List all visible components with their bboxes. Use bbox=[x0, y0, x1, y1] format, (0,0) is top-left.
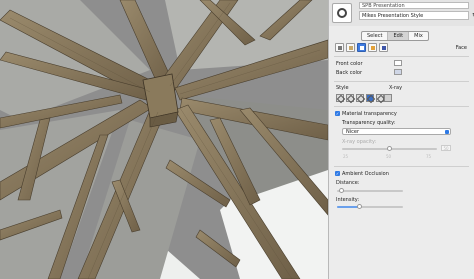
monochrome-style-button[interactable] bbox=[376, 94, 386, 104]
distance-knob[interactable] bbox=[339, 188, 344, 193]
tick-label: 25 bbox=[343, 154, 349, 159]
chevron-down-icon bbox=[445, 130, 449, 134]
model-viewport[interactable] bbox=[0, 0, 328, 279]
section-title: Face bbox=[455, 45, 467, 51]
tick-label: 75 bbox=[426, 154, 432, 159]
tab-edit[interactable]: Edit bbox=[388, 32, 410, 40]
style-name-field[interactable]: SPB Presentation bbox=[359, 2, 469, 9]
xray-opacity-knob[interactable] bbox=[387, 146, 392, 151]
xray-label: X-ray bbox=[389, 85, 403, 91]
ambient-occlusion-checkbox[interactable]: ✓ bbox=[335, 171, 340, 176]
style-description-field[interactable]: Mikes Presentation Style bbox=[359, 11, 469, 20]
style-thumbnail[interactable] bbox=[332, 3, 352, 23]
modeling-settings-icon[interactable] bbox=[379, 43, 388, 52]
divider bbox=[334, 81, 469, 82]
style-label: Style bbox=[336, 85, 349, 91]
tab-mix[interactable]: Mix bbox=[409, 32, 428, 40]
intensity-knob[interactable] bbox=[357, 204, 362, 209]
xray-opacity-input[interactable]: 50 bbox=[441, 145, 451, 151]
shaded-style-button[interactable] bbox=[356, 94, 366, 104]
ambient-occlusion-label: Ambient Occlusion bbox=[342, 171, 389, 177]
styles-panel: SPB Presentation Mikes Presentation Styl… bbox=[328, 0, 474, 279]
xray-toggle-button[interactable] bbox=[384, 94, 392, 102]
intensity-slider[interactable] bbox=[337, 204, 403, 209]
tick-label: 50 bbox=[386, 154, 392, 159]
transparency-quality-value: Nicer bbox=[346, 129, 360, 135]
face-settings-icon[interactable] bbox=[346, 43, 355, 52]
back-color-swatch[interactable] bbox=[394, 69, 402, 75]
xray-opacity-slider[interactable] bbox=[342, 146, 437, 151]
style-tabs: Select Edit Mix bbox=[361, 31, 429, 41]
back-color-label: Back color bbox=[336, 70, 363, 76]
divider bbox=[334, 56, 469, 57]
watermark-settings-icon[interactable] bbox=[368, 43, 377, 52]
transparency-quality-select[interactable]: Nicer bbox=[342, 128, 451, 135]
divider bbox=[334, 166, 469, 167]
timber-roof-model bbox=[0, 0, 328, 279]
face-style-buttons bbox=[336, 94, 386, 104]
intensity-label: Intensity: bbox=[336, 197, 360, 203]
front-color-label: Front color bbox=[336, 61, 363, 67]
front-color-swatch[interactable] bbox=[394, 60, 402, 66]
shaded-textures-style-button[interactable] bbox=[366, 94, 376, 104]
tab-select[interactable]: Select bbox=[362, 32, 389, 40]
distance-label: Distance: bbox=[336, 180, 360, 186]
edit-category-toolbar bbox=[335, 43, 388, 52]
material-transparency-label: Material transparency bbox=[342, 111, 397, 117]
style-header: SPB Presentation Mikes Presentation Styl… bbox=[329, 0, 474, 26]
material-transparency-checkbox[interactable]: ✓ bbox=[335, 111, 340, 116]
wireframe-style-button[interactable] bbox=[336, 94, 346, 104]
xray-opacity-label: X-ray opacity: bbox=[342, 139, 377, 145]
hidden-line-style-button[interactable] bbox=[346, 94, 356, 104]
transparency-quality-label: Transparency quality: bbox=[342, 120, 396, 126]
edge-settings-icon[interactable] bbox=[335, 43, 344, 52]
background-settings-icon[interactable] bbox=[357, 43, 366, 52]
divider bbox=[334, 106, 469, 107]
distance-slider[interactable] bbox=[337, 188, 403, 193]
